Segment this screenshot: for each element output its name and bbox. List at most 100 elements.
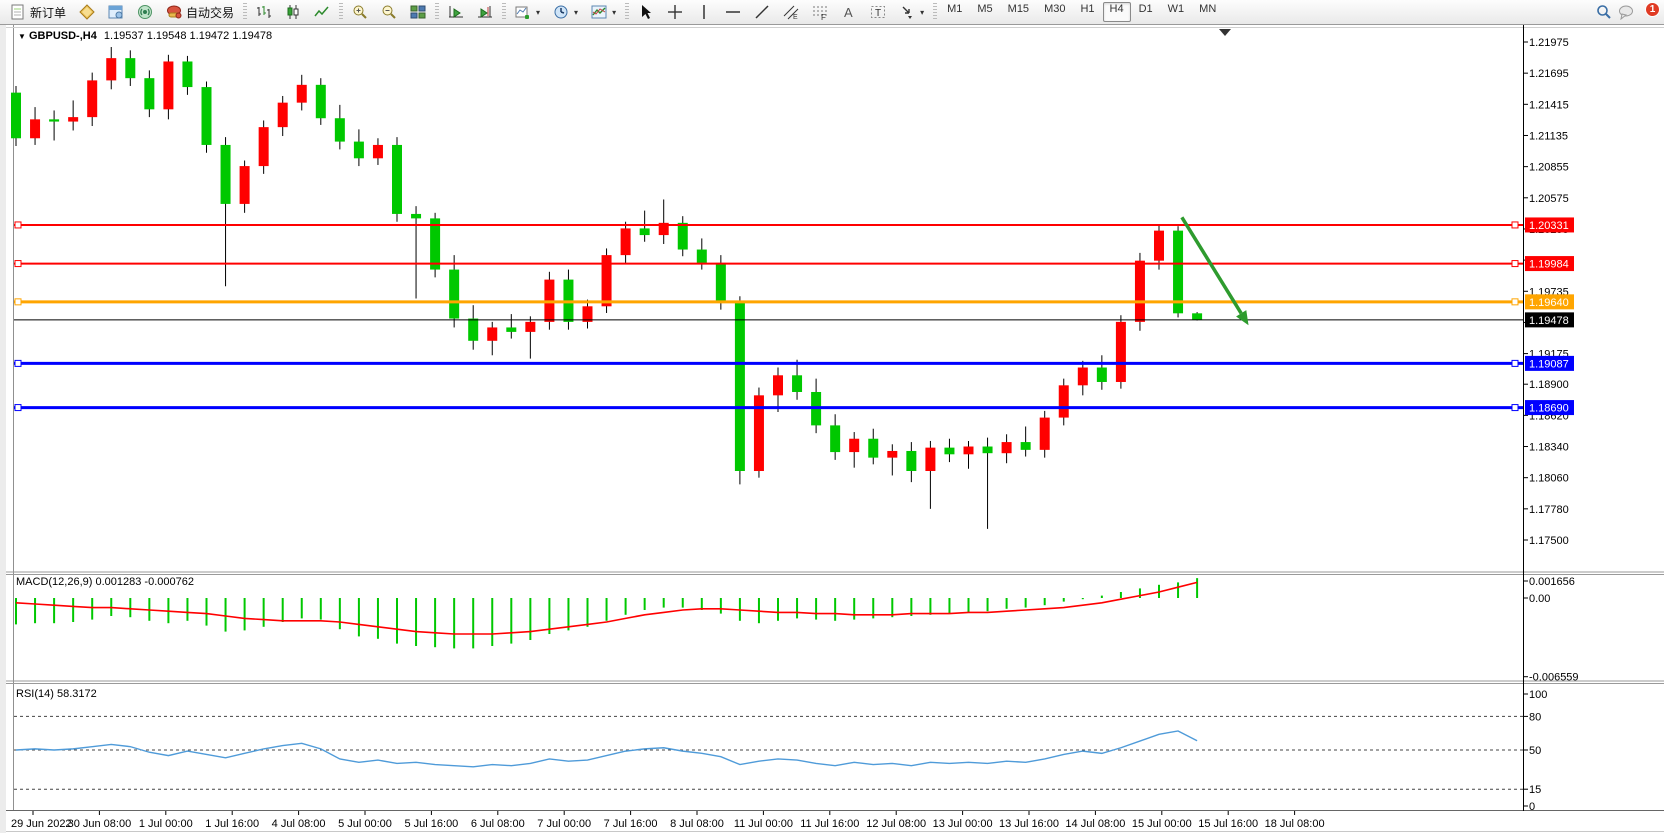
bar-chart-button[interactable] xyxy=(250,1,278,23)
arrows-button[interactable]: ▾ xyxy=(893,1,930,23)
template-icon xyxy=(591,4,607,20)
candle-17 xyxy=(335,118,345,141)
timeframe-m30-button[interactable]: M30 xyxy=(1037,2,1072,22)
search-icon[interactable] xyxy=(1596,4,1612,20)
fibonacci-button[interactable]: F xyxy=(806,1,834,23)
cursor-button[interactable] xyxy=(632,1,660,23)
auto-scroll-icon xyxy=(448,4,464,20)
candle-18 xyxy=(354,142,364,159)
candle-20 xyxy=(392,145,402,214)
trendline-button[interactable] xyxy=(748,1,776,23)
terminal-button[interactable] xyxy=(131,1,159,23)
price-tag-label: 1.19478 xyxy=(1529,315,1569,327)
candle-23 xyxy=(449,270,459,319)
timeframe-w1-button[interactable]: W1 xyxy=(1161,2,1192,22)
line-handle-left[interactable] xyxy=(15,360,21,366)
horizontal-line-icon xyxy=(725,4,741,20)
line-handle-left[interactable] xyxy=(15,299,21,305)
line-handle-right[interactable] xyxy=(1512,261,1518,267)
timeframe-m5-button[interactable]: M5 xyxy=(970,2,999,22)
chart-shift-icon xyxy=(477,4,493,20)
zoom-in-button[interactable] xyxy=(346,1,374,23)
indicators-caret-icon: ▾ xyxy=(536,8,540,17)
candle-13 xyxy=(259,127,269,166)
market-watch-button[interactable] xyxy=(73,1,101,23)
candle-6 xyxy=(125,58,135,78)
price-tick-label: 1.21135 xyxy=(1529,130,1568,142)
templates-button[interactable]: ▾ xyxy=(585,1,622,23)
time-tick-label: 5 Jul 16:00 xyxy=(404,818,458,830)
timeframe-mn-button[interactable]: MN xyxy=(1192,2,1223,22)
macd-axis-label: -0.006559 xyxy=(1529,672,1579,684)
price-tick-label: 1.21695 xyxy=(1529,68,1569,80)
timeframe-h4-button[interactable]: H4 xyxy=(1103,2,1131,22)
line-handle-left[interactable] xyxy=(15,405,21,411)
candle-48 xyxy=(925,448,935,471)
timeframe-m15-button[interactable]: M15 xyxy=(1001,2,1036,22)
candlestick-chart-icon xyxy=(285,4,301,20)
line-chart-icon xyxy=(314,4,330,20)
timeframe-h1-button[interactable]: H1 xyxy=(1073,2,1101,22)
macd-axis-label: 0.00 xyxy=(1529,593,1550,605)
candle-47 xyxy=(906,451,916,471)
price-tick-label: 1.18340 xyxy=(1529,442,1569,454)
text-button[interactable]: A xyxy=(835,1,863,23)
notification-badge[interactable]: 1 xyxy=(1645,2,1660,17)
time-tick-label: 18 Jul 08:00 xyxy=(1265,818,1325,830)
periods-button[interactable]: ▾ xyxy=(547,1,584,23)
candle-53 xyxy=(1021,442,1031,450)
candle-25 xyxy=(487,327,497,340)
timeframe-d1-button[interactable]: D1 xyxy=(1132,2,1160,22)
rsi-axis-label: 80 xyxy=(1529,711,1541,723)
candle-9 xyxy=(182,61,192,87)
candle-33 xyxy=(640,228,650,235)
auto-scroll-button[interactable] xyxy=(442,1,470,23)
horizontal-line-button[interactable] xyxy=(719,1,747,23)
time-tick-label: 13 Jul 16:00 xyxy=(999,818,1059,830)
vertical-line-icon xyxy=(696,4,712,20)
time-tick-label: 30 Jun 08:00 xyxy=(68,818,132,830)
line-handle-right[interactable] xyxy=(1512,299,1518,305)
candle-62 xyxy=(1192,313,1202,320)
chart-canvas[interactable]: 1.219751.216951.214151.211351.208551.205… xyxy=(6,25,1664,833)
line-handle-right[interactable] xyxy=(1512,360,1518,366)
candle-1 xyxy=(30,119,40,138)
trendline-icon xyxy=(754,4,770,20)
candle-11 xyxy=(221,145,231,204)
timeframe-m1-button[interactable]: M1 xyxy=(940,2,969,22)
line-handle-left[interactable] xyxy=(15,261,21,267)
candle-60 xyxy=(1154,231,1164,261)
arrows-icon xyxy=(899,4,915,20)
line-handle-right[interactable] xyxy=(1512,222,1518,228)
market-watch-icon xyxy=(79,4,95,20)
zoom-out-icon xyxy=(381,4,397,20)
candle-8 xyxy=(163,61,173,109)
chart-shift-button[interactable] xyxy=(471,1,499,23)
equidistant-channel-button[interactable]: E xyxy=(777,1,805,23)
autotrading-button[interactable]: 自动交易 xyxy=(160,1,240,23)
periods-caret-icon: ▾ xyxy=(574,8,578,17)
line-handle-right[interactable] xyxy=(1512,405,1518,411)
candle-19 xyxy=(373,145,383,158)
new-order-button[interactable]: 新订单 xyxy=(4,1,72,23)
price-tag-label: 1.19640 xyxy=(1529,297,1569,309)
autotrading-icon xyxy=(166,4,182,20)
price-tick-label: 1.17500 xyxy=(1529,535,1569,547)
time-tick-label: 12 Jul 08:00 xyxy=(866,818,926,830)
bar-chart-icon xyxy=(256,4,272,20)
chat-bubble-icon[interactable] xyxy=(1618,4,1634,20)
line-chart-button[interactable] xyxy=(308,1,336,23)
navigator-button[interactable] xyxy=(102,1,130,23)
tile-windows-button[interactable] xyxy=(404,1,432,23)
candlestick-chart-button[interactable] xyxy=(279,1,307,23)
price-tick-label: 1.17780 xyxy=(1529,504,1569,516)
price-tick-label: 1.20575 xyxy=(1529,193,1569,205)
zoom-out-button[interactable] xyxy=(375,1,403,23)
price-tag-label: 1.18690 xyxy=(1529,403,1569,415)
vertical-line-button[interactable] xyxy=(690,1,718,23)
line-handle-left[interactable] xyxy=(15,222,21,228)
indicators-button[interactable]: ▾ xyxy=(509,1,546,23)
crosshair-button[interactable] xyxy=(661,1,689,23)
toolbar-grip xyxy=(502,3,506,21)
text-label-button[interactable]: T xyxy=(864,1,892,23)
